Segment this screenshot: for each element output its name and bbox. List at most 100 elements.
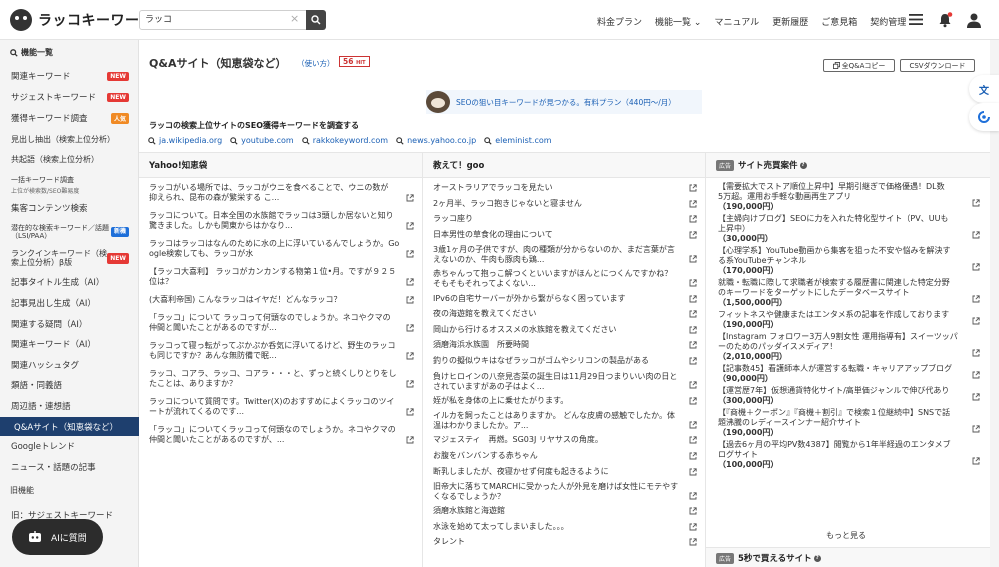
external-link-icon[interactable] <box>972 371 980 382</box>
qa-item[interactable]: 「ラッコ」についてくラッコって何頭なのでしょうか。ネコやクマの 仲間と聞いたことが… <box>139 425 422 447</box>
nav-feedback[interactable]: ご意見箱 <box>821 15 857 28</box>
qa-item[interactable]: ラッコはラッコはなんのために水の上に浮いているんでしょうか。Go ogle検索して… <box>139 239 422 261</box>
qa-item[interactable]: ラッコについて。日本全国の水族館でラッコは3頭しか居ないと知り 驚きました。しかも… <box>139 211 422 233</box>
site-sale-item[interactable]: 【Instagram フォロワー3万人9割女性 運用指導有】スイーツッパ ーのため… <box>706 332 990 362</box>
sidebar-item-content-search[interactable]: 集客コンテンツ検索 <box>0 200 139 216</box>
help-icon[interactable]: ? <box>799 161 807 169</box>
qa-item[interactable]: ラッコ、コアラ、ラッコ、コアラ・・・と、ずっと続くしりとりをし たことは、あります… <box>139 369 422 391</box>
sidebar-item-news[interactable]: ニュース・話題の記事 <box>0 459 139 475</box>
external-link-icon[interactable] <box>689 326 697 337</box>
external-link-icon[interactable] <box>406 222 414 233</box>
qa-item[interactable]: 断乳しましたが、夜寝かせず何度も起きるように <box>423 467 705 479</box>
external-link-icon[interactable] <box>689 255 697 266</box>
external-link-icon[interactable] <box>406 408 414 419</box>
external-link-icon[interactable] <box>689 184 697 195</box>
copy-all-qa-button[interactable]: 全Q&Aコピー <box>823 59 895 72</box>
sidebar-item-suggest-keywords[interactable]: サジェストキーワード NEW <box>0 89 139 105</box>
qa-item[interactable]: 岡山から行けるオススメの水族館を教えてください <box>423 325 705 337</box>
sidebar-item-related-keywords[interactable]: 関連キーワード NEW <box>0 68 139 84</box>
search-button[interactable] <box>306 10 326 30</box>
qa-item[interactable]: 負けヒロインの八奈見杏菜の誕生日は11月29日つまりいい肉の日と されていますがあ… <box>423 372 705 393</box>
external-link-icon[interactable] <box>689 215 697 226</box>
hamburger-menu-icon[interactable] <box>909 13 923 26</box>
nav-contract[interactable]: 契約管理 <box>870 15 906 28</box>
clear-search-icon[interactable]: × <box>290 12 299 25</box>
qa-item[interactable]: イルカを飼ったことはありますか。 どんな皮膚の感触でしたか。体 温はわかりましたか… <box>423 411 705 432</box>
site-link[interactable]: eleminist.com <box>484 136 552 145</box>
sidebar-item-acquired-keywords[interactable]: 獲得キーワード調査 人気 <box>0 110 139 126</box>
external-link-icon[interactable] <box>689 538 697 549</box>
qa-item[interactable]: ラッコがいる場所では、ラッコがウニを食べることで、ウニの数が 抑えられ、昆布の森が… <box>139 183 422 205</box>
translate-button[interactable]: 文 <box>969 75 999 103</box>
external-link-icon[interactable] <box>406 380 414 391</box>
external-link-icon[interactable] <box>689 357 697 368</box>
nav-features[interactable]: 機能一覧 ⌄ <box>655 15 701 28</box>
qa-item[interactable]: ラッコ座り <box>423 214 705 226</box>
notification-bell-icon[interactable] <box>937 12 953 28</box>
search-input[interactable]: ラッコ <box>139 10 307 30</box>
external-link-icon[interactable] <box>406 436 414 447</box>
sidebar-item-hashtags[interactable]: 関連ハッシュタグ <box>0 357 139 373</box>
qa-item[interactable]: 姪が私を身体の上に乗せたがります。 <box>423 396 705 408</box>
external-link-icon[interactable] <box>972 295 980 306</box>
help-icon[interactable]: ? <box>813 554 821 562</box>
how-to-link[interactable]: （使い方） <box>297 58 335 69</box>
external-link-icon[interactable] <box>406 194 414 205</box>
qa-item[interactable]: 水泳を始めて太ってしまいました。。。 <box>423 522 705 534</box>
external-link-icon[interactable] <box>406 278 414 289</box>
sidebar-item-associations[interactable]: 周辺語・連想語 <box>0 398 139 414</box>
qa-item[interactable]: 「ラッコ」について ラッコって何頭なのでしょうか。ネコやクマの 仲間と聞いたことが… <box>139 313 422 335</box>
site-sale-item[interactable]: 【主婦向けブログ】SEOに力を入れた特化型サイト（PV、UUも 上昇中） （30,0… <box>706 214 990 244</box>
nav-manual[interactable]: マニュアル <box>714 15 759 28</box>
upgrade-promo-banner[interactable]: SEOの狙い目キーワードが見つかる。有料プラン（440円〜/月） <box>426 90 702 114</box>
external-link-icon[interactable] <box>406 324 414 335</box>
sidebar-item-qa-sites[interactable]: Q&Aサイト（知恵袋など） <box>0 417 139 436</box>
qa-item[interactable]: IPv6の自宅サーバーが外から繋がらなく困っています <box>423 294 705 306</box>
external-link-icon[interactable] <box>406 296 414 307</box>
external-link-icon[interactable] <box>689 467 697 479</box>
site-sale-item[interactable]: 【需要拡大でストア順位上昇中】早期引継ぎで価格優遇！DL数 5万超。運用お手軽な動… <box>706 182 990 212</box>
qa-item[interactable]: ラッコについて質問です。Twitter(X)のおすすめによくラッコのツイ ートが流… <box>139 397 422 419</box>
qa-item[interactable]: 釣りの擬似ウキはなぜラッコがゴムやシリコンの製品がある <box>423 356 705 368</box>
sidebar-item-headings-extract[interactable]: 見出し抽出（検索上位分析） <box>0 131 139 147</box>
qa-item[interactable]: 赤ちゃんって抱っこ解つくといいますがほんとにつくんですかね？ そもそもそれってよく… <box>423 269 705 290</box>
see-more-link[interactable]: もっと見る <box>826 530 866 541</box>
external-link-icon[interactable] <box>972 263 980 274</box>
sidebar-item-rankin-keywords[interactable]: ランクインキーワード（検索上位分析）β版 NEW <box>0 247 139 269</box>
qa-item[interactable]: オーストラリアでラッコを見たい <box>423 183 705 195</box>
sidebar-item-lsi-paa[interactable]: 潜在的な検索キーワード／話題（LSI/PAA） 新機 <box>0 221 139 243</box>
external-link-icon[interactable] <box>689 452 697 463</box>
external-link-icon[interactable] <box>972 457 980 468</box>
external-link-icon[interactable] <box>972 425 980 436</box>
external-link-icon[interactable] <box>689 341 697 352</box>
qa-item[interactable]: 2ヶ月半、ラッコ抱きじゃないと寝ません <box>423 199 705 211</box>
qa-item[interactable]: 旧帝大に落ちてMARCHに受かった人が外見を磨けば女性にモテやす くなるでしょうか… <box>423 482 705 503</box>
site-sale-item[interactable]: 【『商機＋クーポン』『商機＋割引』で検索１位継続中】SNSで話 題沸騰のレディース… <box>706 408 990 438</box>
sidebar-item-ai-keywords[interactable]: 関連キーワード（AI） <box>0 336 139 352</box>
site-link[interactable]: rakkokeyword.com <box>301 136 388 145</box>
external-link-icon[interactable] <box>972 393 980 404</box>
external-link-icon[interactable] <box>972 231 980 242</box>
external-link-icon[interactable] <box>689 436 697 447</box>
site-link[interactable]: ja.wikipedia.org <box>148 136 222 145</box>
sidebar-item-ai-questions[interactable]: 関連する疑問（AI） <box>0 316 139 332</box>
external-link-icon[interactable] <box>689 231 697 242</box>
csv-download-button[interactable]: CSVダウンロード <box>900 59 975 72</box>
logo[interactable]: ラッコキーワード <box>10 9 154 31</box>
sidebar-item-google-trends[interactable]: Googleトレンド <box>0 438 139 454</box>
site-sale-item[interactable]: 就職・転職に際して求職者が検索する履歴書に関連した特定分野 のキーワードをターゲッ… <box>706 278 990 308</box>
sidebar-item-bulk-keyword[interactable]: 一括キーワード調査 上位が検索数/SEO難易度 <box>0 172 139 195</box>
external-link-icon[interactable] <box>689 507 697 518</box>
qa-item[interactable]: 須磨水族館と海遊館 <box>423 506 705 518</box>
external-link-icon[interactable] <box>689 491 697 503</box>
external-link-icon[interactable] <box>689 199 697 211</box>
external-link-icon[interactable] <box>689 396 697 408</box>
sidebar-item-ai-title[interactable]: 記事タイトル生成（AI） <box>0 274 139 290</box>
qa-item[interactable]: 3歳1ヶ月の子供ですが、肉の種類が分からないのか、まだ言葉が言 えないのか、牛肉も… <box>423 245 705 266</box>
external-link-icon[interactable] <box>406 250 414 261</box>
qa-item[interactable]: 夜の海遊館を教えてください <box>423 309 705 321</box>
site-sale-item[interactable]: 【運営歴7年】仮想通貨特化サイト/高単価ジャンルで伸び代あり （300,000円） <box>706 386 990 406</box>
qa-item[interactable]: (大喜利帝国) こんなラッコはイヤだ！どんなラッコ？ <box>139 295 422 307</box>
site-sale-item[interactable]: 【記事数45】看護師本人が運営する転職・キャリアアップブログ （90,000円） <box>706 364 990 384</box>
ai-question-button[interactable]: AIに質問 <box>12 519 103 555</box>
